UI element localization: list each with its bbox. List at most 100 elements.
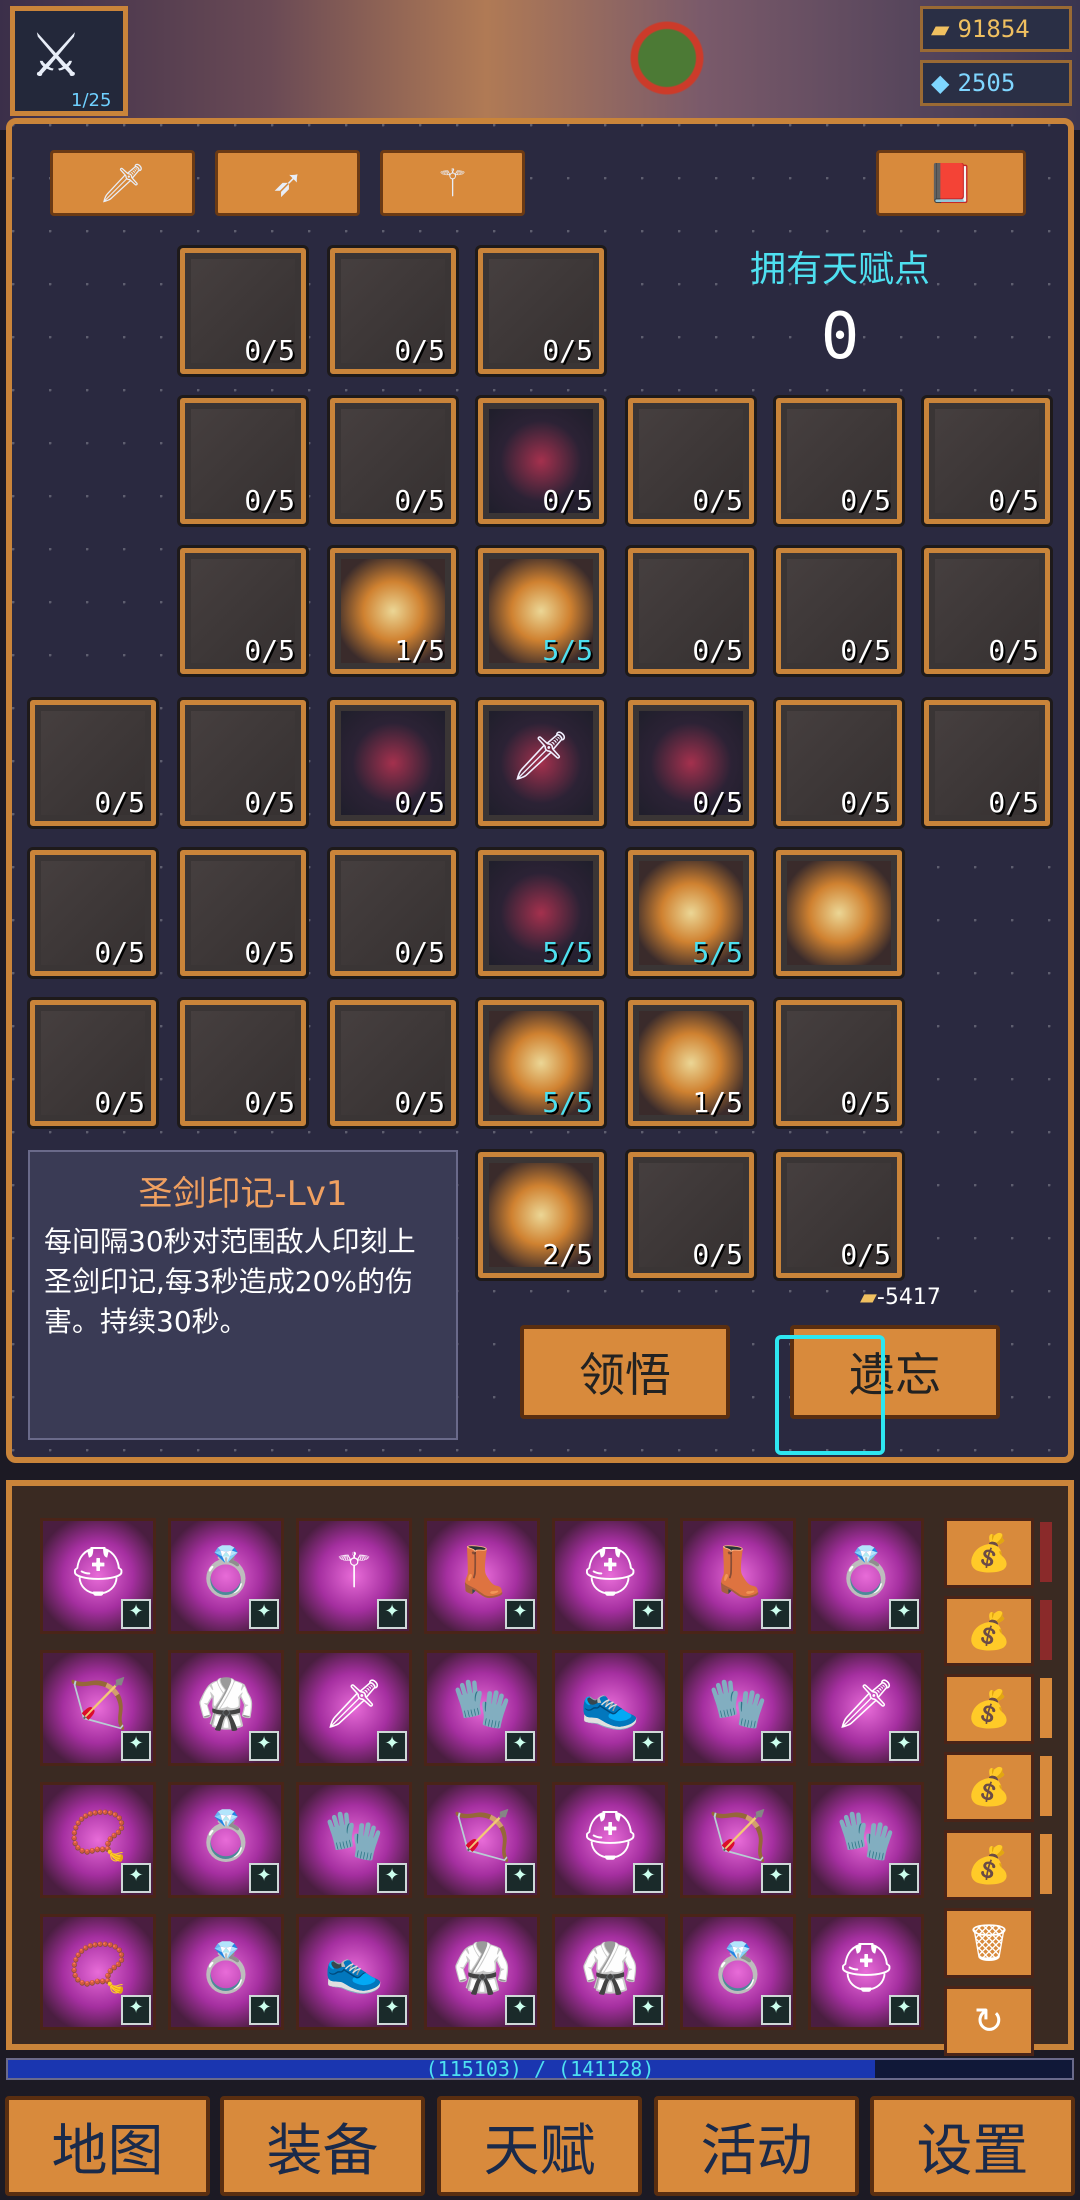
sword-icon: 🗡 <box>98 160 147 205</box>
inventory-item[interactable]: ⛑ ✦ <box>552 1782 668 1898</box>
nav-talent[interactable]: 天赋 <box>437 2096 642 2196</box>
loot-bag-slot[interactable]: 💰 <box>944 1596 1034 1666</box>
talent-node[interactable]: 5/5 <box>478 1000 604 1126</box>
blue-orb-ring-icon: 💍 <box>708 1940 768 1996</box>
nav-equipment[interactable]: 装备 <box>220 2096 425 2196</box>
talent-node[interactable]: 5/5 <box>478 548 604 674</box>
talent-node[interactable]: 2/5 <box>478 1152 604 1278</box>
loot-bag-slot[interactable]: 💰 <box>944 1752 1034 1822</box>
loot-bag-slot[interactable]: 💰 <box>944 1674 1034 1744</box>
talent-node[interactable]: 5/5 <box>478 850 604 976</box>
talent-node[interactable]: 0/5 <box>330 700 456 826</box>
talent-node[interactable]: 1/5 <box>330 548 456 674</box>
green-bow-icon: 🏹 <box>452 1808 512 1864</box>
inventory-item[interactable]: 👢 ✦ <box>680 1518 796 1634</box>
spellbook-button[interactable]: 📕 <box>876 150 1026 216</box>
silver-helmet-icon: ⛑ <box>579 1808 641 1864</box>
selection-cursor <box>775 1335 885 1455</box>
inventory-item[interactable]: 🧤 ✦ <box>296 1782 412 1898</box>
loot-bag-slot[interactable]: 💰 <box>944 1830 1034 1900</box>
talent-node[interactable]: 1/5 <box>628 1000 754 1126</box>
slot-indicator <box>1040 1600 1052 1660</box>
talent-node[interactable]: 0/5 <box>180 248 306 374</box>
talent-node[interactable]: 0/5 <box>30 1000 156 1126</box>
talent-node[interactable]: 0/5 <box>180 548 306 674</box>
loot-bag-slot[interactable]: 💰 <box>944 1518 1034 1588</box>
talent-node[interactable]: 0/5 <box>628 548 754 674</box>
bow-tab[interactable]: ➶ <box>215 150 360 216</box>
inventory-item[interactable]: 🧤 ✦ <box>680 1650 796 1766</box>
talent-node[interactable]: 0/5 <box>30 700 156 826</box>
inventory-item[interactable]: ⛑ ✦ <box>40 1518 156 1634</box>
rune-badge-icon: ✦ <box>377 1995 407 2025</box>
inventory-item[interactable]: 🥋 ✦ <box>424 1914 540 2030</box>
inventory-item[interactable]: 🧤 ✦ <box>424 1650 540 1766</box>
talent-node[interactable]: 🗡 <box>478 700 604 826</box>
inventory-item[interactable]: 💍 ✦ <box>168 1914 284 2030</box>
inventory-item[interactable]: 👢 ✦ <box>424 1518 540 1634</box>
inventory-item[interactable]: 💍 ✦ <box>808 1518 924 1634</box>
talent-node[interactable]: 0/5 <box>180 700 306 826</box>
avatar[interactable]: ⚔ 1/25 <box>10 6 128 116</box>
trash-slot[interactable]: 🗑 <box>944 1908 1034 1978</box>
inventory-item[interactable]: 🥋 ✦ <box>168 1650 284 1766</box>
inventory-item[interactable]: 🏹 ✦ <box>40 1650 156 1766</box>
talent-node[interactable]: 0/5 <box>330 398 456 524</box>
experience-text: (115103) / (141128) <box>425 2057 655 2081</box>
inventory-item[interactable]: 🏹 ✦ <box>424 1782 540 1898</box>
loot-bag-icon: 💰 <box>966 1533 1012 1574</box>
inventory-item[interactable]: 📿 ✦ <box>40 1914 156 2030</box>
talent-node[interactable]: 0/5 <box>776 398 902 524</box>
talent-node[interactable]: 0/5 <box>924 398 1050 524</box>
inventory-item[interactable]: ⛑ ✦ <box>552 1518 668 1634</box>
inventory-item[interactable]: 🏹 ✦ <box>680 1782 796 1898</box>
nav-map[interactable]: 地图 <box>5 2096 210 2196</box>
talent-node[interactable]: 0/5 <box>924 700 1050 826</box>
talent-node[interactable]: 0/5 <box>628 398 754 524</box>
talent-node[interactable]: 0/5 <box>776 548 902 674</box>
inventory-item[interactable]: 👟 ✦ <box>552 1650 668 1766</box>
inventory-item[interactable]: 💍 ✦ <box>680 1914 796 2030</box>
inventory-item[interactable]: 👟 ✦ <box>296 1914 412 2030</box>
slot-indicator <box>1040 1522 1052 1582</box>
inventory-item[interactable]: 🧤 ✦ <box>808 1782 924 1898</box>
inventory-item[interactable]: 💍 ✦ <box>168 1518 284 1634</box>
inventory-item[interactable]: 📿 ✦ <box>40 1782 156 1898</box>
inventory-item[interactable]: ⚚ ✦ <box>296 1518 412 1634</box>
talent-level: 5/5 <box>542 634 593 667</box>
talent-node[interactable]: 0/5 <box>776 1152 902 1278</box>
inventory-item[interactable]: 🗡 ✦ <box>808 1650 924 1766</box>
inventory-item[interactable]: ⛑ ✦ <box>808 1914 924 2030</box>
talent-node[interactable]: 0/5 <box>478 398 604 524</box>
rune-badge-icon: ✦ <box>889 1995 919 2025</box>
talent-node[interactable]: 0/5 <box>776 700 902 826</box>
talent-node[interactable]: 0/5 <box>924 548 1050 674</box>
talent-node[interactable]: 0/5 <box>30 850 156 976</box>
inventory-item[interactable]: 🥋 ✦ <box>552 1914 668 2030</box>
staff-tab[interactable]: ⚚ <box>380 150 525 216</box>
sword-tab[interactable]: 🗡 <box>50 150 195 216</box>
talent-node[interactable]: 0/5 <box>628 700 754 826</box>
talent-node[interactable]: 0/5 <box>628 1152 754 1278</box>
talent-node[interactable]: 0/5 <box>180 1000 306 1126</box>
talent-node[interactable]: 0/5 <box>330 850 456 976</box>
talent-node[interactable]: 0/5 <box>478 248 604 374</box>
rune-badge-icon: ✦ <box>761 1731 791 1761</box>
nav-settings[interactable]: 设置 <box>870 2096 1075 2196</box>
loot-bag-icon: 💰 <box>966 1767 1012 1808</box>
talent-node[interactable]: 5/5 <box>628 850 754 976</box>
refresh-slot[interactable]: ↻ <box>944 1986 1034 2056</box>
inventory-item[interactable]: 🗡 ✦ <box>296 1650 412 1766</box>
talent-node[interactable]: 0/5 <box>180 398 306 524</box>
talent-node[interactable] <box>776 850 902 976</box>
boss-portrait-icon[interactable] <box>612 8 722 108</box>
talent-node[interactable]: 0/5 <box>330 1000 456 1126</box>
talent-node[interactable]: 0/5 <box>180 850 306 976</box>
nav-activity[interactable]: 活动 <box>654 2096 859 2196</box>
talent-points-value: 0 <box>820 300 860 374</box>
talent-node[interactable]: 0/5 <box>776 1000 902 1126</box>
learn-button[interactable]: 领悟 <box>520 1325 730 1419</box>
talent-node[interactable]: 0/5 <box>330 248 456 374</box>
inventory-item[interactable]: 💍 ✦ <box>168 1782 284 1898</box>
sword-icon: 🗡 <box>510 728 572 784</box>
